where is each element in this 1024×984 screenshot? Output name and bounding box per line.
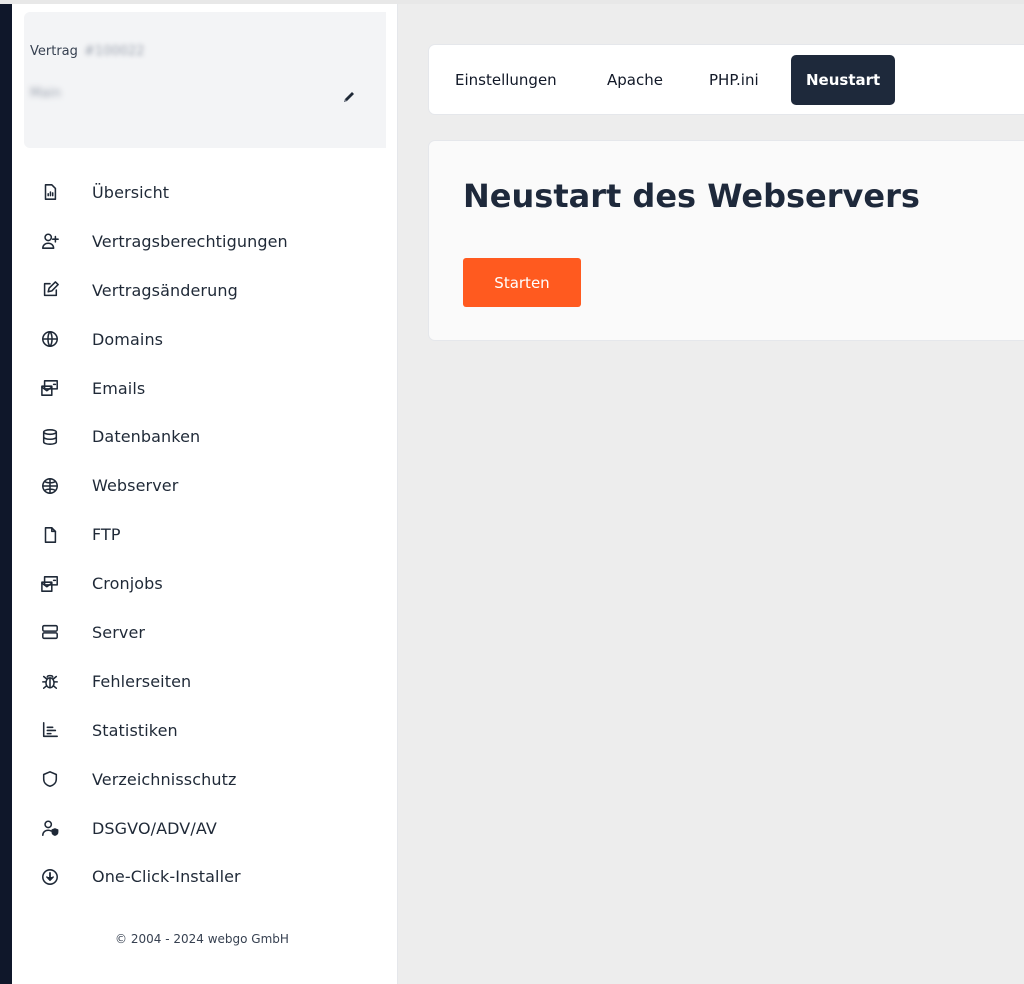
shield-icon bbox=[40, 769, 60, 789]
page-title: Neustart des Webservers bbox=[463, 177, 920, 215]
bug-icon bbox=[40, 671, 60, 691]
sidebar-item-verzeichnisschutz[interactable]: Verzeichnisschutz bbox=[40, 755, 380, 804]
sidebar-item-label: Domains bbox=[92, 329, 164, 349]
sidebar-item-vertragsberechtigungen[interactable]: Vertragsberechtigungen bbox=[40, 217, 380, 266]
bar-chart-icon bbox=[40, 720, 60, 740]
sidebar-item-label: Verzeichnisschutz bbox=[92, 769, 237, 789]
sidebar-item-one-click-installer[interactable]: One-Click-Installer bbox=[40, 852, 380, 901]
tab-phpini[interactable]: PHP.ini bbox=[709, 55, 759, 105]
sidebar-item-vertragsaenderung[interactable]: Vertragsänderung bbox=[40, 266, 380, 315]
sidebar-item-label: Vertragsberechtigungen bbox=[92, 231, 288, 251]
sidebar-item-label: DSGVO/ADV/AV bbox=[92, 818, 217, 838]
sidebar-item-label: One-Click-Installer bbox=[92, 867, 241, 887]
sidebar-item-label: Webserver bbox=[92, 476, 179, 496]
mail-inbox-icon bbox=[40, 378, 60, 398]
sidebar-item-server[interactable]: Server bbox=[40, 608, 380, 657]
sidebar-item-webserver[interactable]: Webserver bbox=[40, 461, 380, 510]
database-icon bbox=[40, 427, 60, 447]
sidebar-item-label: Vertragsänderung bbox=[92, 280, 238, 300]
sidebar-item-label: Emails bbox=[92, 378, 146, 398]
pencil-icon bbox=[344, 92, 354, 102]
restart-card: Neustart des Webservers Starten bbox=[428, 140, 1024, 341]
copyright-text: © 2004 - 2024 webgo GmbH bbox=[115, 932, 289, 946]
file-icon bbox=[40, 525, 60, 545]
contract-panel bbox=[24, 12, 386, 148]
main-content: Einstellungen Apache PHP.ini Neustart Ne… bbox=[398, 0, 1024, 984]
app-window: Vertrag #100022 Main Übersicht Vertragsb… bbox=[0, 0, 1024, 984]
sidebar-item-datenbanken[interactable]: Datenbanken bbox=[40, 412, 380, 461]
sidebar-nav: Übersicht Vertragsberechtigungen Vertrag… bbox=[40, 168, 380, 901]
tab-apache[interactable]: Apache bbox=[607, 55, 663, 105]
sidebar-item-fehlerseiten[interactable]: Fehlerseiten bbox=[40, 657, 380, 706]
download-circle-icon bbox=[40, 867, 60, 887]
sidebar-item-dsgvo[interactable]: DSGVO/ADV/AV bbox=[40, 804, 380, 853]
top-border bbox=[0, 0, 1024, 4]
sidebar-item-uebersicht[interactable]: Übersicht bbox=[40, 168, 380, 217]
sidebar-item-label: FTP bbox=[92, 525, 121, 545]
sidebar-item-label: Server bbox=[92, 622, 146, 642]
mail-inbox-icon bbox=[40, 574, 60, 594]
sidebar-item-label: Datenbanken bbox=[92, 427, 201, 447]
sidebar-item-emails[interactable]: Emails bbox=[40, 364, 380, 413]
server-icon bbox=[40, 622, 60, 642]
sidebar-item-statistiken[interactable]: Statistiken bbox=[40, 706, 380, 755]
window-edge bbox=[0, 0, 12, 984]
sidebar-item-label: Fehlerseiten bbox=[92, 671, 192, 691]
pencil-square-icon bbox=[40, 280, 60, 300]
sidebar-item-label: Statistiken bbox=[92, 720, 178, 740]
start-button[interactable]: Starten bbox=[463, 258, 581, 307]
user-shield-icon bbox=[40, 818, 60, 838]
sidebar-item-label: Übersicht bbox=[92, 182, 170, 202]
tab-bar: Einstellungen Apache PHP.ini Neustart bbox=[428, 44, 1024, 115]
tab-einstellungen[interactable]: Einstellungen bbox=[455, 55, 557, 105]
user-plus-icon bbox=[40, 231, 60, 251]
document-chart-icon bbox=[40, 182, 60, 202]
sidebar-item-ftp[interactable]: FTP bbox=[40, 510, 380, 559]
contract-id: #100022 bbox=[84, 44, 145, 59]
contract-name: Main bbox=[30, 86, 62, 101]
sidebar-item-label: Cronjobs bbox=[92, 574, 163, 594]
contract-label: Vertrag #100022 bbox=[30, 44, 145, 59]
sidebar-item-domains[interactable]: Domains bbox=[40, 315, 380, 364]
tab-neustart[interactable]: Neustart bbox=[791, 55, 896, 105]
globe-network-icon bbox=[40, 476, 60, 496]
sidebar-item-cronjobs[interactable]: Cronjobs bbox=[40, 559, 380, 608]
edit-contract-button[interactable] bbox=[338, 86, 360, 108]
contract-label-text: Vertrag bbox=[30, 44, 78, 59]
globe-icon bbox=[40, 329, 60, 349]
